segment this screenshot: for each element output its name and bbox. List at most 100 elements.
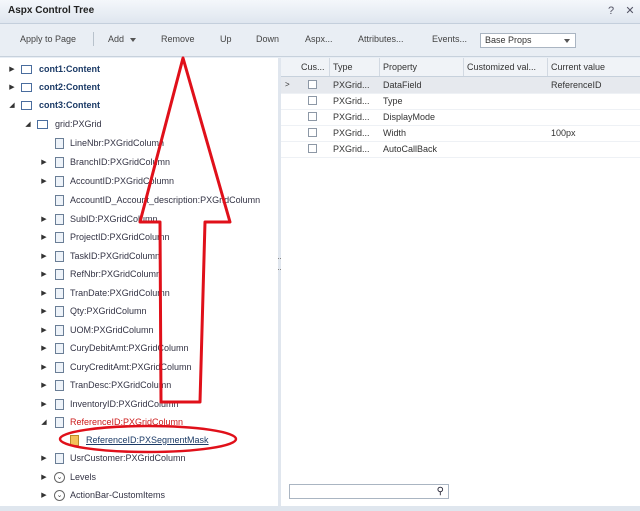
cell-type: PXGrid... xyxy=(333,112,370,122)
collapse-icon[interactable]: ◢ xyxy=(24,121,32,129)
container-icon xyxy=(21,65,32,74)
column-header-customized-value[interactable]: Customized val... xyxy=(467,62,536,72)
expand-icon[interactable]: ▶ xyxy=(40,345,48,353)
help-icon[interactable]: ? xyxy=(604,4,618,18)
search-input[interactable]: ⚲ xyxy=(289,484,449,499)
expand-icon[interactable]: ▶ xyxy=(40,308,48,316)
tree-node-label: UsrCustomer:PXGridColumn xyxy=(70,453,186,463)
row-checkbox[interactable] xyxy=(308,112,317,121)
column-icon xyxy=(55,288,64,299)
chevron-down-icon xyxy=(130,37,137,42)
cell-current: 100px xyxy=(551,128,576,138)
cell-property: DisplayMode xyxy=(383,112,436,122)
properties-panel: Cus... Type Property Customized val... C… xyxy=(281,58,640,506)
tree-node-label: TranDesc:PXGridColumn xyxy=(70,380,172,390)
table-row[interactable]: > PXGrid... DataField ReferenceID xyxy=(281,77,640,94)
column-icon xyxy=(55,399,64,410)
expand-icon[interactable]: ▶ xyxy=(40,271,48,279)
up-button[interactable]: Up xyxy=(220,34,232,44)
cell-type: PXGrid... xyxy=(333,128,370,138)
cell-type: PXGrid... xyxy=(333,80,370,90)
container-icon xyxy=(21,83,32,92)
column-icon xyxy=(55,269,64,280)
column-header-customized[interactable]: Cus... xyxy=(301,62,325,72)
tree-node-label: CuryDebitAmt:PXGridColumn xyxy=(70,343,189,353)
apply-to-page-button[interactable]: Apply to Page xyxy=(20,34,76,44)
close-icon[interactable]: ✕ xyxy=(623,4,637,18)
tree-node-label: InventoryID:PXGridColumn xyxy=(70,399,179,409)
chevron-down-icon xyxy=(564,39,570,43)
expand-icon[interactable]: ▶ xyxy=(40,253,48,261)
table-row[interactable]: PXGrid... Type xyxy=(281,93,640,110)
chevron-double-down-icon: ⌄ xyxy=(54,472,65,483)
add-button-label: Add xyxy=(108,34,125,44)
column-header-property[interactable]: Property xyxy=(383,62,417,72)
column-header-current-value[interactable]: Current value xyxy=(551,62,605,72)
table-row[interactable]: PXGrid... Width 100px xyxy=(281,125,640,142)
expand-icon[interactable]: ▶ xyxy=(40,364,48,372)
tree-node-label: SubID:PXGridColumn xyxy=(70,214,158,224)
cell-property: Type xyxy=(383,96,403,106)
tree-node-label: cont1:Content xyxy=(39,64,100,74)
tree-node-label: ProjectID:PXGridColumn xyxy=(70,232,170,242)
table-row[interactable]: PXGrid... DisplayMode xyxy=(281,109,640,126)
column-icon xyxy=(55,251,64,262)
column-divider xyxy=(463,58,464,76)
expand-icon[interactable]: ▶ xyxy=(8,84,16,92)
remove-button[interactable]: Remove xyxy=(161,34,195,44)
cell-current: ReferenceID xyxy=(551,80,602,90)
cell-type: PXGrid... xyxy=(333,144,370,154)
column-icon xyxy=(55,417,64,428)
row-checkbox[interactable] xyxy=(308,96,317,105)
events-button[interactable]: Events... xyxy=(432,34,467,44)
collapse-icon[interactable]: ◢ xyxy=(40,419,48,427)
expand-icon[interactable]: ▶ xyxy=(40,178,48,186)
cell-property: Width xyxy=(383,128,407,138)
row-checkbox[interactable] xyxy=(308,144,317,153)
chevron-double-down-icon: ⌄ xyxy=(54,490,65,501)
toolbar: Apply to Page Add Remove Up Down Aspx...… xyxy=(0,24,640,57)
tree-node-label: AccountID:PXGridColumn xyxy=(70,176,175,186)
props-dropdown[interactable]: Base Props xyxy=(480,33,576,48)
expand-icon[interactable]: ▶ xyxy=(40,159,48,167)
column-icon xyxy=(55,157,64,168)
cell-type: PXGrid... xyxy=(333,96,370,106)
table-row[interactable]: PXGrid... AutoCallBack xyxy=(281,141,640,158)
tree-node-label: AccountID_Account_description:PXGridColu… xyxy=(70,195,261,205)
expand-icon[interactable]: ▶ xyxy=(40,455,48,463)
column-divider xyxy=(329,58,330,76)
expand-icon[interactable]: ▶ xyxy=(40,327,48,335)
control-tree-panel: ▶ cont1:Content ▶ cont2:Content ◢ cont3:… xyxy=(0,58,279,506)
grid-icon xyxy=(37,120,48,129)
collapse-icon[interactable]: ◢ xyxy=(8,102,16,110)
attributes-button[interactable]: Attributes... xyxy=(358,34,404,44)
row-checkbox[interactable] xyxy=(308,80,317,89)
column-icon xyxy=(55,453,64,464)
column-icon xyxy=(55,195,64,206)
expand-icon[interactable]: ▶ xyxy=(40,401,48,409)
tree-node-label: LineNbr:PXGridColumn xyxy=(70,138,165,148)
column-header-type[interactable]: Type xyxy=(333,62,353,72)
expand-icon[interactable]: ▶ xyxy=(40,382,48,390)
column-icon xyxy=(55,343,64,354)
search-icon[interactable]: ⚲ xyxy=(437,486,444,497)
tree-node-label: Levels xyxy=(70,472,97,482)
expand-icon[interactable]: ▶ xyxy=(40,290,48,298)
expand-icon[interactable]: ▶ xyxy=(40,474,48,482)
tree-node-label: ReferenceID:PXSegmentMask xyxy=(86,435,209,445)
tree-node-label: RefNbr:PXGridColumn xyxy=(70,269,162,279)
down-button[interactable]: Down xyxy=(256,34,279,44)
tree-node-label: TranDate:PXGridColumn xyxy=(70,288,170,298)
expand-icon[interactable]: ▶ xyxy=(40,492,48,500)
tree-node-label: grid:PXGrid xyxy=(55,119,102,129)
row-pointer-icon: > xyxy=(285,80,290,89)
expand-icon[interactable]: ▶ xyxy=(8,66,16,74)
row-checkbox[interactable] xyxy=(308,128,317,137)
expand-icon[interactable]: ▶ xyxy=(40,234,48,242)
column-icon xyxy=(55,232,64,243)
tree-node-label: CuryCreditAmt:PXGridColumn xyxy=(70,362,192,372)
aspx-button[interactable]: Aspx... xyxy=(305,34,333,44)
add-button[interactable]: Add xyxy=(108,34,137,44)
column-icon xyxy=(55,325,64,336)
expand-icon[interactable]: ▶ xyxy=(40,216,48,224)
